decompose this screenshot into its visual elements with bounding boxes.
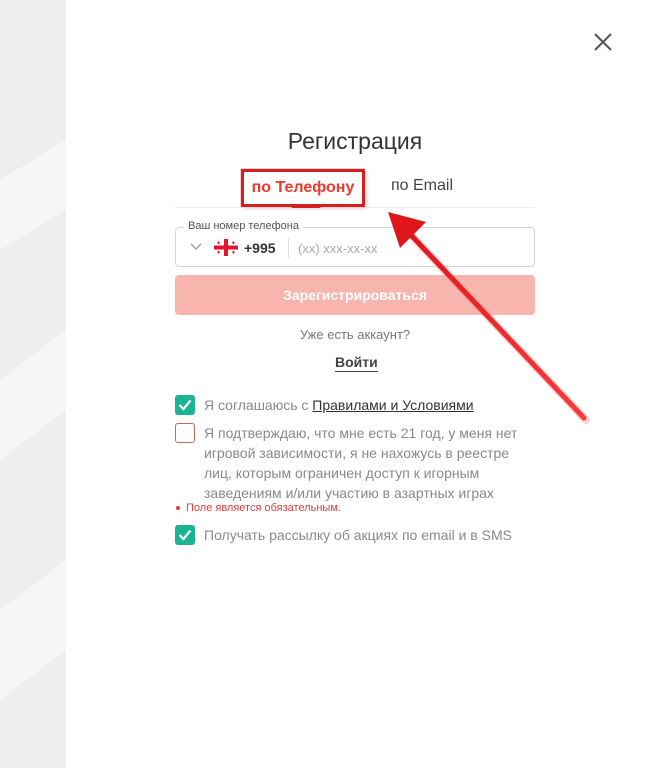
required-error: Поле является обязательным. (176, 502, 341, 514)
terms-prefix: Я соглашаюсь с (204, 397, 313, 413)
chevron-down-icon[interactable] (190, 243, 202, 251)
phone-field-label: Ваш номер телефона (184, 220, 303, 232)
close-icon (594, 33, 612, 51)
login-link[interactable]: Войти (335, 354, 378, 372)
country-code: +995 (244, 240, 276, 256)
check-icon (178, 529, 192, 541)
error-text: Поле является обязательным. (186, 502, 341, 514)
age-confirm-label: Я подтверждаю, что мне есть 21 год, у ме… (204, 423, 517, 503)
field-divider (288, 238, 289, 258)
age-line-4: заведениям и/или участию в азартных игра… (204, 485, 494, 501)
background-strip (0, 0, 66, 768)
newsletter-label: Получать рассылку об акциях по email и в… (204, 527, 512, 543)
age-confirm-checkbox[interactable] (175, 423, 195, 443)
newsletter-checkbox[interactable] (175, 525, 195, 545)
tab-email[interactable]: по Email (391, 177, 453, 195)
terms-checkbox[interactable] (175, 395, 195, 415)
georgia-flag-icon[interactable] (214, 239, 238, 256)
age-line-3: лиц, которым ограничен доступ к игорным (204, 465, 480, 481)
modal-title: Регистрация (287, 128, 423, 154)
check-icon (178, 399, 192, 411)
red-arrow-annotation (388, 212, 590, 424)
tab-phone[interactable]: по Телефону (241, 169, 365, 207)
close-button[interactable] (592, 31, 614, 53)
tab-active-indicator (291, 204, 321, 208)
age-line-2: игровой зависимости, я не нахожусь в рее… (204, 445, 510, 461)
registration-tabs: по Телефону по Email (175, 166, 535, 208)
error-dot (176, 506, 180, 511)
